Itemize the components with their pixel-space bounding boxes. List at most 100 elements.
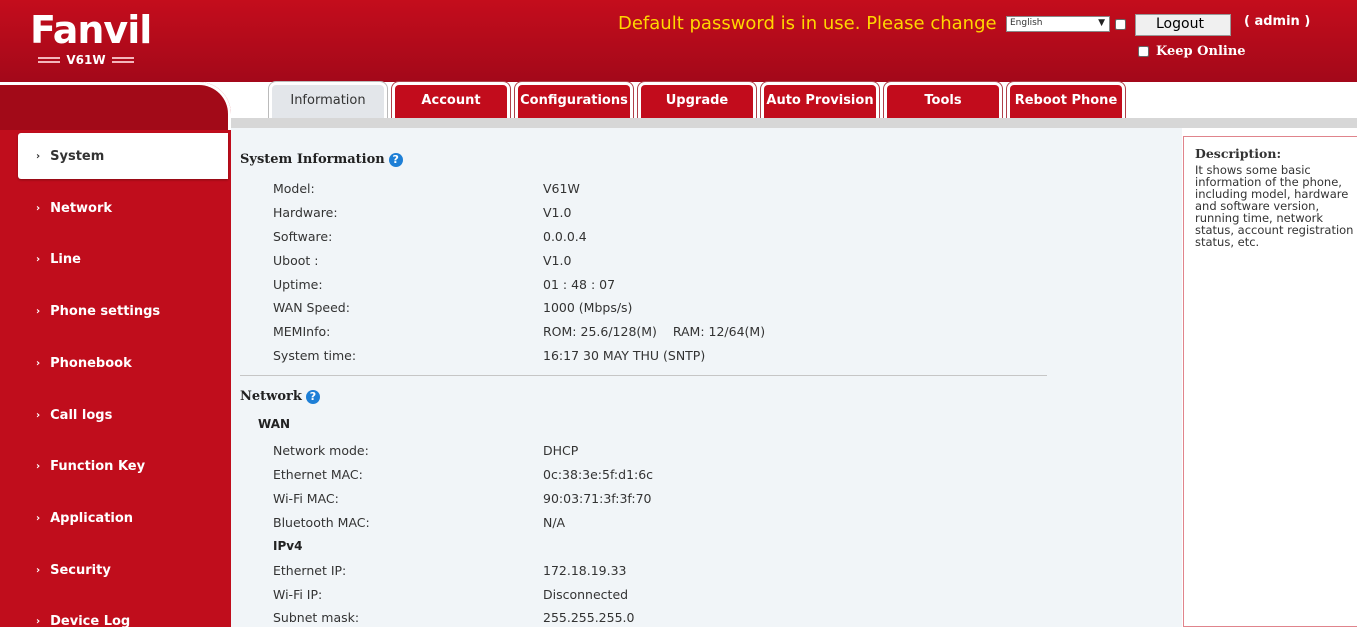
- sidebar-item-network[interactable]: › Network: [18, 185, 228, 231]
- chevron-right-icon: ›: [36, 305, 41, 317]
- sidebar-item-device-log[interactable]: › Device Log: [18, 598, 228, 644]
- sidebar-item-system[interactable]: › System: [18, 133, 228, 179]
- chevron-right-icon: ›: [36, 202, 41, 214]
- wifi-ip-label: Wi-Fi IP:: [273, 587, 323, 602]
- software-value: 0.0.0.4: [543, 229, 587, 244]
- sidebar-item-phonebook[interactable]: › Phonebook: [18, 340, 228, 386]
- uboot-label: Uboot :: [273, 253, 319, 268]
- fanvil-logo: Fanvil V61W: [30, 8, 152, 74]
- keep-online-option[interactable]: Keep Online: [1138, 44, 1246, 59]
- logo-text: Fanvil: [30, 8, 152, 52]
- tab-auto-provision[interactable]: Auto Provision: [761, 82, 879, 118]
- subnet-mask-value: 255.255.255.0: [543, 610, 635, 625]
- sidebar-header: [0, 82, 231, 130]
- ethernet-ip-label: Ethernet IP:: [273, 563, 347, 578]
- network-heading: Network ?: [240, 389, 320, 404]
- chevron-right-icon: ›: [36, 615, 41, 627]
- subnet-mask-label: Subnet mask:: [273, 610, 360, 625]
- system-time-value: 16:17 30 MAY THU (SNTP): [543, 348, 706, 363]
- description-panel: Description: It shows some basic informa…: [1183, 136, 1357, 627]
- network-mode-value: DHCP: [543, 443, 579, 458]
- chevron-right-icon: ›: [36, 564, 41, 576]
- sidebar-item-label: Line: [50, 251, 81, 267]
- tab-information[interactable]: Information: [269, 82, 387, 118]
- sidebar-item-label: Function Key: [50, 458, 146, 474]
- tab-tools[interactable]: Tools: [884, 82, 1002, 118]
- uptime-value: 01 : 48 : 07: [543, 277, 616, 292]
- uptime-label: Uptime:: [273, 277, 323, 292]
- top-header: Fanvil V61W Default password is in use. …: [0, 0, 1357, 82]
- help-icon[interactable]: ?: [305, 389, 320, 404]
- ethernet-ip-value: 172.18.19.33: [543, 563, 627, 578]
- keep-online-label: Keep Online: [1156, 44, 1246, 59]
- chevron-right-icon: ›: [36, 150, 41, 162]
- uboot-value: V1.0: [543, 253, 572, 268]
- sidebar-item-label: Network: [50, 200, 113, 216]
- language-select-value: English: [1010, 18, 1043, 28]
- sidebar-item-application[interactable]: › Application: [18, 495, 228, 541]
- sidebar-item-phone-settings[interactable]: › Phone settings: [18, 288, 228, 334]
- wifi-ip-value: Disconnected: [543, 587, 629, 602]
- system-time-label: System time:: [273, 348, 357, 363]
- sidebar-item-label: Call logs: [50, 407, 113, 423]
- logout-button[interactable]: Logout: [1135, 14, 1231, 36]
- system-information-heading: System Information ?: [240, 152, 403, 167]
- sidebar-item-call-logs[interactable]: › Call logs: [18, 392, 228, 438]
- meminfo-label: MEMInfo:: [273, 324, 331, 339]
- wan-speed-value: 1000 (Mbps/s): [543, 300, 633, 315]
- chevron-right-icon: ›: [36, 253, 41, 265]
- wifi-mac-value: 90:03:71:3f:3f:70: [543, 491, 652, 506]
- chevron-right-icon: ›: [36, 409, 41, 421]
- default-password-warning[interactable]: Default password is in use. Please chang…: [618, 13, 997, 34]
- logo-decor-left: [38, 57, 61, 63]
- sidebar-item-security[interactable]: › Security: [18, 547, 228, 593]
- header-checkbox[interactable]: [1115, 19, 1126, 30]
- tab-strip: [231, 118, 1357, 128]
- model-label: V61W: [66, 53, 106, 67]
- chevron-right-icon: ›: [36, 460, 41, 472]
- section-title-text: System Information: [240, 152, 385, 167]
- meminfo-value: ROM: 25.6/128(M) RAM: 12/64(M): [543, 324, 766, 339]
- tab-configurations[interactable]: Configurations: [515, 82, 633, 118]
- sidebar-item-label: Device Log: [50, 613, 131, 629]
- model-value: V61W: [543, 181, 580, 196]
- sidebar-item-line[interactable]: › Line: [18, 236, 228, 282]
- section-divider: [240, 375, 1047, 376]
- description-title: Description:: [1195, 146, 1282, 161]
- help-icon[interactable]: ?: [388, 152, 403, 167]
- chevron-down-icon: ▼: [1098, 18, 1105, 28]
- sidebar-item-function-key[interactable]: › Function Key: [18, 443, 228, 489]
- wifi-mac-label: Wi-Fi MAC:: [273, 491, 339, 506]
- sidebar-item-label: Phone settings: [50, 303, 161, 319]
- bluetooth-mac-value: N/A: [543, 515, 566, 530]
- keep-online-checkbox[interactable]: [1138, 46, 1149, 57]
- sidebar-item-label: System: [50, 148, 105, 164]
- chevron-right-icon: ›: [36, 357, 41, 369]
- tab-account[interactable]: Account: [392, 82, 510, 118]
- tab-bar: Information Account Configurations Upgra…: [231, 82, 1357, 118]
- wan-subheading: WAN: [258, 417, 291, 431]
- software-label: Software:: [273, 229, 333, 244]
- sidebar-item-label: Application: [50, 510, 134, 526]
- wan-speed-label: WAN Speed:: [273, 300, 350, 315]
- description-text: It shows some basic information of the p…: [1195, 163, 1354, 249]
- logo-decor-right: [111, 57, 134, 63]
- ethernet-mac-label: Ethernet MAC:: [273, 467, 363, 482]
- network-mode-label: Network mode:: [273, 443, 369, 458]
- hardware-value: V1.0: [543, 205, 572, 220]
- ipv4-subheading: IPv4: [273, 539, 303, 553]
- tab-reboot-phone[interactable]: Reboot Phone: [1007, 82, 1125, 118]
- tab-upgrade[interactable]: Upgrade: [638, 82, 756, 118]
- bluetooth-mac-label: Bluetooth MAC:: [273, 515, 370, 530]
- logo-model-row: V61W: [30, 52, 142, 68]
- section-title-text: Network: [240, 389, 302, 404]
- language-select[interactable]: English ▼: [1006, 16, 1110, 32]
- main-content: [231, 128, 1182, 627]
- hardware-label: Hardware:: [273, 205, 338, 220]
- sidebar-item-label: Security: [50, 562, 111, 578]
- user-label: ( admin ): [1244, 14, 1311, 29]
- model-label: Model:: [273, 181, 315, 196]
- chevron-right-icon: ›: [36, 512, 41, 524]
- ethernet-mac-value: 0c:38:3e:5f:d1:6c: [543, 467, 654, 482]
- sidebar-item-label: Phonebook: [50, 355, 132, 371]
